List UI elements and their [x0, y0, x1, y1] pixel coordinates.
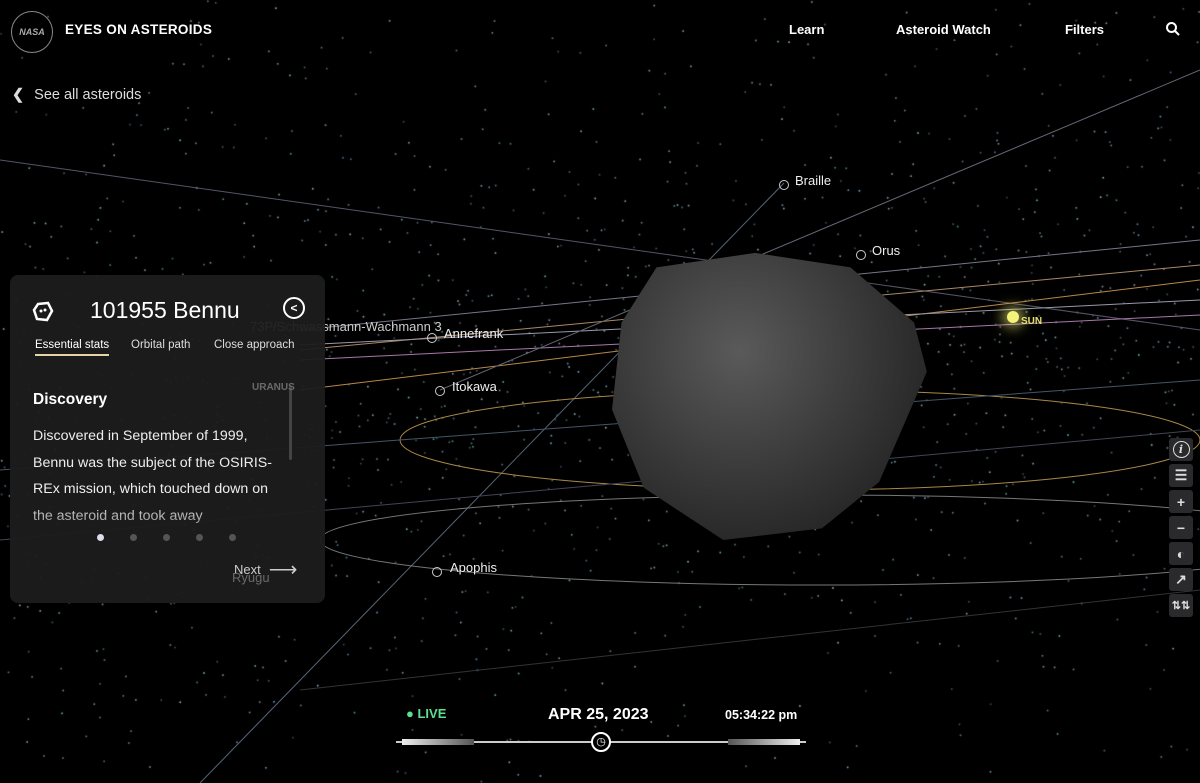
top-bar: NASA EYES ON ASTEROIDS Learn Asteroid Wa…: [0, 0, 1200, 60]
info-icon: i: [1173, 441, 1190, 458]
plus-icon: +: [1177, 494, 1185, 510]
label-uranus: URANUS: [252, 382, 295, 393]
expand-icon: ↗: [1175, 571, 1187, 588]
logo-text: NASA: [19, 27, 45, 37]
tab-close-approach[interactable]: Close approach: [214, 339, 295, 351]
label-apophis[interactable]: Apophis: [450, 560, 497, 575]
app-title[interactable]: EYES ON ASTEROIDS: [65, 22, 212, 37]
chevron-left-icon: <: [290, 301, 297, 315]
asteroid-info-panel: 101955 Bennu < Essential stats Orbital p…: [10, 275, 325, 603]
search-icon[interactable]: [1165, 21, 1181, 37]
asteroid-icon: [32, 301, 54, 323]
live-indicator[interactable]: ● LIVE: [406, 706, 446, 721]
nasa-logo[interactable]: NASA: [11, 11, 53, 53]
layers-icon: ☰: [1175, 467, 1188, 484]
pagination-dots: [97, 534, 236, 541]
label-orus[interactable]: Orus: [872, 243, 900, 258]
nav-learn[interactable]: Learn: [789, 22, 824, 37]
zoom-in-button[interactable]: +: [1169, 490, 1193, 513]
layers-button[interactable]: ☰: [1169, 464, 1193, 487]
panel-title: 101955 Bennu: [90, 297, 240, 324]
label-braille[interactable]: Braille: [795, 173, 831, 188]
clock-display: 05:34:22 pm: [725, 708, 797, 722]
arrow-right-icon: ⟶: [269, 557, 298, 582]
orbit-line: [300, 590, 1200, 690]
slider-forward-zone: [728, 739, 800, 745]
label-ryugu: Ryugu: [232, 570, 270, 585]
fullscreen-button[interactable]: ↗: [1169, 568, 1193, 591]
label-itokawa[interactable]: Itokawa: [452, 379, 497, 394]
live-label: LIVE: [417, 706, 446, 721]
date-display: APR 25, 2023: [548, 706, 649, 724]
asteroid-marker[interactable]: [435, 386, 445, 396]
page-dot[interactable]: [163, 534, 170, 541]
view-controls: i ☰ + − ◐ ↗ ⇅⇅: [1169, 438, 1193, 620]
section-title: Discovery: [33, 391, 107, 409]
half-circle-icon: ◐: [1177, 546, 1185, 562]
minus-icon: −: [1177, 520, 1185, 536]
lighting-button[interactable]: ◐: [1169, 542, 1193, 565]
time-slider[interactable]: ◷: [396, 741, 806, 743]
slider-rewind-zone: [402, 739, 474, 745]
see-all-asteroids-link[interactable]: ❮ See all asteroids: [12, 87, 141, 103]
scrollbar[interactable]: [289, 385, 292, 460]
nav-filters[interactable]: Filters: [1065, 22, 1104, 37]
sliders-icon: ⇅⇅: [1172, 599, 1190, 612]
settings-button[interactable]: ⇅⇅: [1169, 594, 1193, 617]
collapse-panel-button[interactable]: <: [283, 297, 305, 319]
time-slider-handle-clock-icon[interactable]: ◷: [591, 732, 611, 752]
label-sun[interactable]: SUN: [1021, 316, 1042, 327]
asteroid-marker[interactable]: [856, 250, 866, 260]
section-text: Discovered in September of 1999, Bennu w…: [33, 423, 283, 527]
tab-orbital-path[interactable]: Orbital path: [131, 339, 190, 351]
label-annefrank[interactable]: Annefrank: [444, 326, 503, 341]
back-link-label: See all asteroids: [34, 87, 141, 103]
asteroid-marker[interactable]: [432, 567, 442, 577]
nav-asteroid-watch[interactable]: Asteroid Watch: [896, 22, 991, 37]
sun-icon[interactable]: [1007, 311, 1019, 323]
asteroid-marker[interactable]: [427, 333, 437, 343]
info-button[interactable]: i: [1169, 438, 1193, 461]
page-dot[interactable]: [229, 534, 236, 541]
chevron-left-icon: ❮: [12, 87, 24, 103]
tab-essential-stats[interactable]: Essential stats: [35, 339, 109, 356]
zoom-out-button[interactable]: −: [1169, 516, 1193, 539]
page-dot[interactable]: [196, 534, 203, 541]
asteroid-marker[interactable]: [779, 180, 789, 190]
page-dot[interactable]: [97, 534, 104, 541]
page-dot[interactable]: [130, 534, 137, 541]
